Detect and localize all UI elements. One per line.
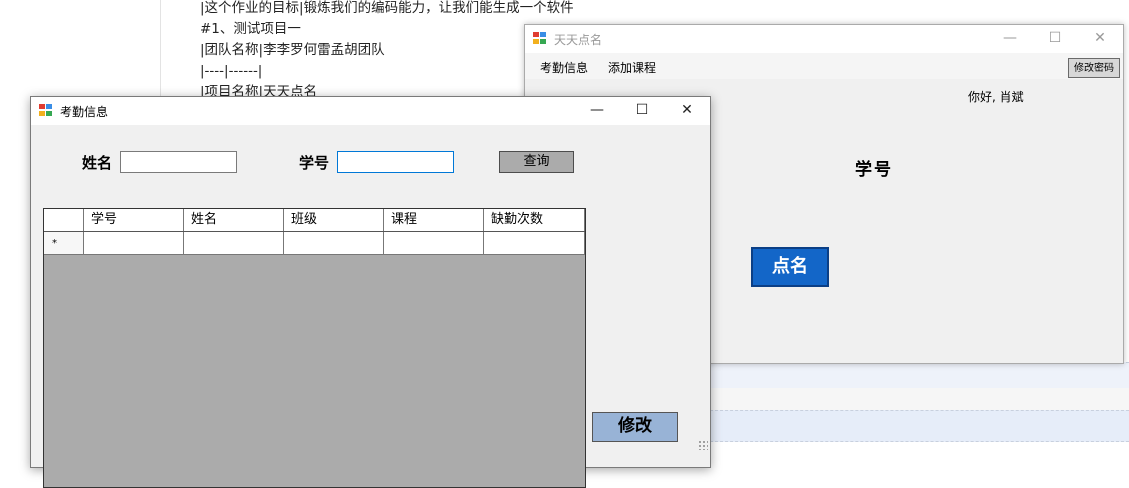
main-window-titlebar[interactable]: 天天点名 — ☐ ✕ <box>525 25 1123 53</box>
student-id-display-label: 学号 <box>855 160 893 180</box>
attendance-data-grid[interactable]: 学号 姓名 班级 课程 缺勤次数 * <box>43 208 586 488</box>
maximize-button[interactable]: ☐ <box>619 97 665 125</box>
new-row-marker[interactable]: * <box>44 232 84 254</box>
greeting-text: 你好, 肖斌 <box>968 90 1024 104</box>
student-id-input[interactable] <box>337 151 454 173</box>
change-password-button[interactable]: 修改密码 <box>1068 58 1120 78</box>
column-header-student-id[interactable]: 学号 <box>84 209 184 231</box>
menu-item-add-course[interactable]: 添加课程 <box>608 59 656 76</box>
grid-cell[interactable] <box>84 232 184 254</box>
grid-cell[interactable] <box>284 232 384 254</box>
attendance-window: 考勤信息 — ☐ ✕ 姓名 学号 查询 学号 姓名 班级 课程 缺勤次数 * 修… <box>30 96 711 488</box>
table-row[interactable]: * <box>44 232 585 255</box>
column-header-name[interactable]: 姓名 <box>184 209 284 231</box>
maximize-button[interactable]: ☐ <box>1032 25 1078 53</box>
editor-line: #1、测试项目一 <box>200 21 301 37</box>
app-icon <box>39 104 53 117</box>
grid-cell[interactable] <box>484 232 585 254</box>
main-window-title: 天天点名 <box>554 33 603 47</box>
editor-line: |这个作业的目标|锻炼我们的编码能力，让我们能生成一个软件 <box>200 0 574 16</box>
modify-button[interactable]: 修改 <box>592 412 678 442</box>
editor-block <box>710 410 1129 442</box>
query-button[interactable]: 查询 <box>499 151 574 173</box>
name-input[interactable] <box>120 151 237 173</box>
menu-bar: 考勤信息 添加课程 修改密码 <box>525 53 1123 79</box>
grid-cell[interactable] <box>384 232 484 254</box>
grid-header-row: 学号 姓名 班级 课程 缺勤次数 <box>44 209 585 232</box>
editor-block <box>710 362 1129 390</box>
rollcall-button[interactable]: 点名 <box>751 247 829 287</box>
close-button[interactable]: ✕ <box>664 97 710 125</box>
editor-line: |----|------| <box>200 63 263 79</box>
grid-cell[interactable] <box>184 232 284 254</box>
attendance-window-title: 考勤信息 <box>60 105 109 119</box>
editor-block <box>710 388 1129 410</box>
student-id-label: 学号 <box>299 154 330 172</box>
minimize-button[interactable]: — <box>987 25 1033 53</box>
name-label: 姓名 <box>82 154 113 172</box>
app-icon <box>533 32 547 45</box>
row-header-corner[interactable] <box>44 209 84 231</box>
close-button[interactable]: ✕ <box>1077 25 1123 53</box>
column-header-absence-count[interactable]: 缺勤次数 <box>484 209 585 231</box>
editor-text-area[interactable]: |这个作业的目标|锻炼我们的编码能力，让我们能生成一个软件 #1、测试项目一 |… <box>200 0 574 105</box>
column-header-course[interactable]: 课程 <box>384 209 484 231</box>
column-header-class[interactable]: 班级 <box>284 209 384 231</box>
menu-item-attendance[interactable]: 考勤信息 <box>540 59 588 76</box>
minimize-button[interactable]: — <box>574 97 620 125</box>
editor-line: |团队名称|李李罗何雷孟胡团队 <box>200 42 385 58</box>
resize-grip[interactable] <box>698 440 708 450</box>
attendance-window-titlebar[interactable]: 考勤信息 — ☐ ✕ <box>31 97 710 125</box>
